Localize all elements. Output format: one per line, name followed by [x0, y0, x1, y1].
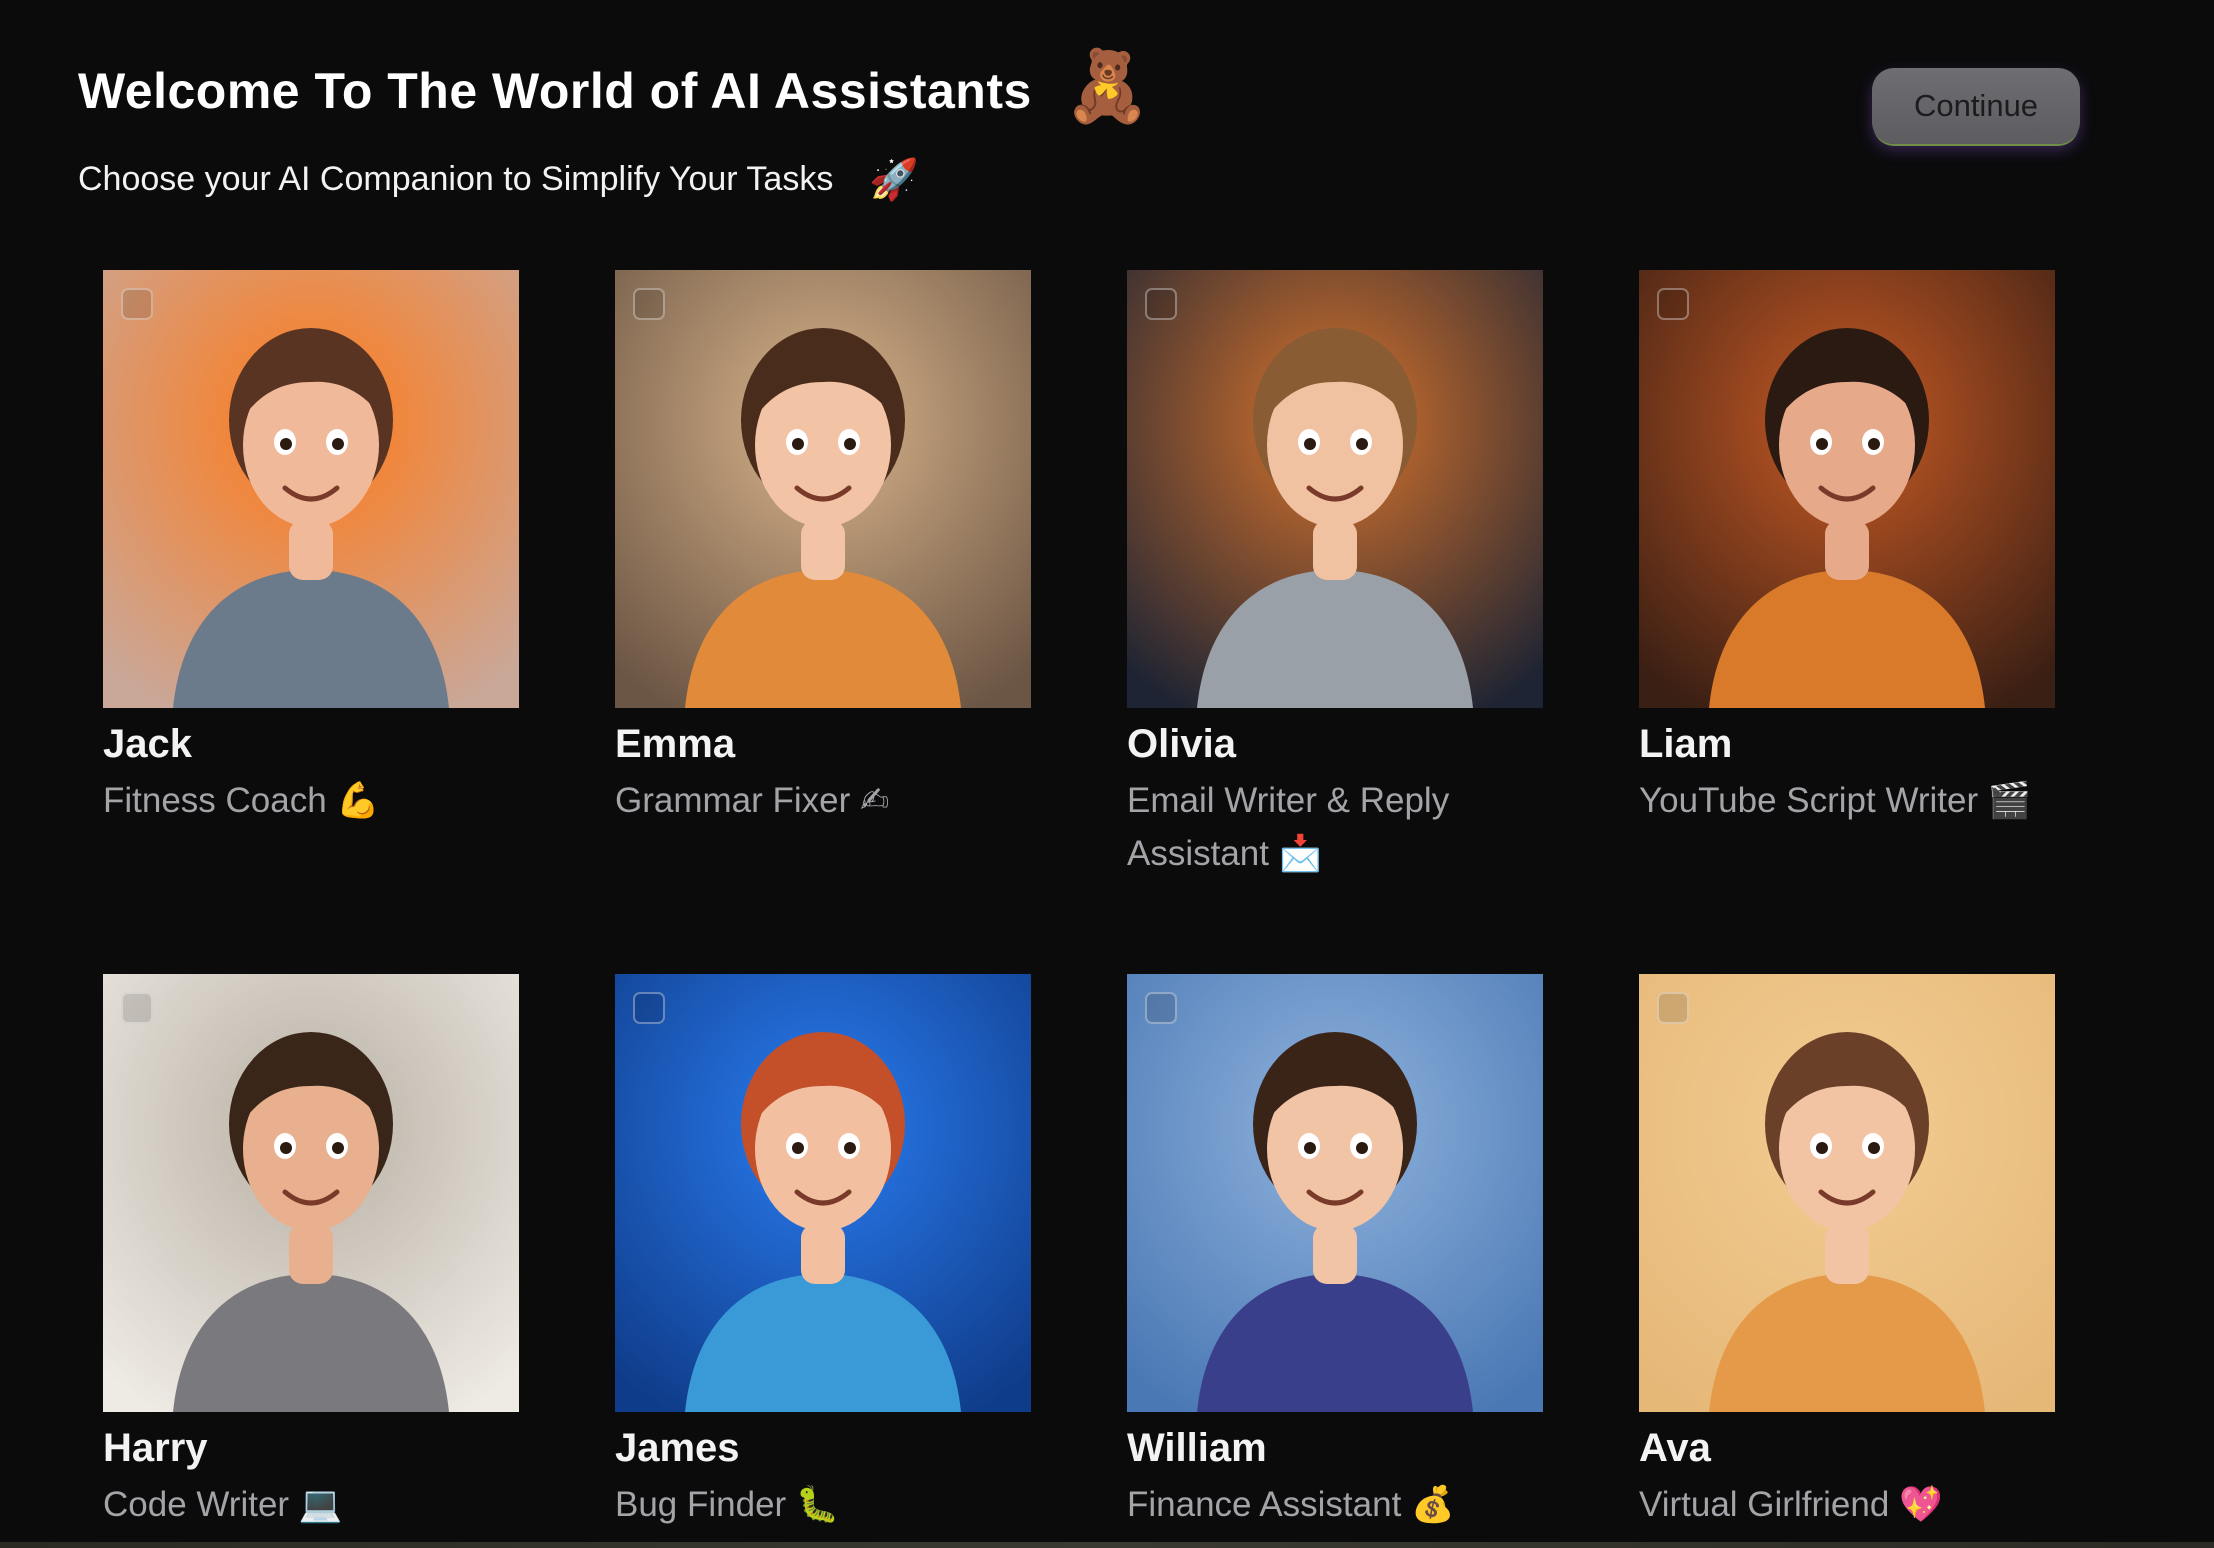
assistant-role: Email Writer & Reply Assistant 📩 — [1127, 781, 1450, 873]
select-checkbox[interactable] — [121, 288, 153, 320]
select-checkbox[interactable] — [633, 288, 665, 320]
assistant-avatar-image[interactable] — [103, 974, 519, 1412]
avatar-illustration — [103, 974, 519, 1412]
select-checkbox[interactable] — [633, 992, 665, 1024]
avatar-illustration — [1639, 974, 2055, 1412]
assistant-role: Grammar Fixer ✍ — [615, 781, 890, 820]
assistant-name: Ava — [1639, 1426, 1711, 1470]
avatar-pupil-left — [1816, 438, 1828, 450]
avatar-pupil-right — [844, 438, 856, 450]
avatar-illustration — [1127, 974, 1543, 1412]
avatar-neck — [801, 1224, 845, 1284]
assistant-role: Bug Finder 🐛 — [615, 1485, 840, 1524]
assistant-card-jack[interactable]: Jack Fitness Coach 💪 — [103, 270, 519, 827]
avatar-pupil-right — [1868, 438, 1880, 450]
assistant-name: Harry — [103, 1426, 208, 1470]
avatar-illustration — [103, 270, 519, 708]
avatar-neck — [289, 1224, 333, 1284]
assistant-card-harry[interactable]: Harry Code Writer 💻 — [103, 974, 519, 1531]
page-subtitle: Choose your AI Companion to Simplify You… — [78, 160, 834, 198]
avatar-pupil-left — [792, 1142, 804, 1154]
page-title: Welcome To The World of AI Assistants — [78, 63, 1032, 119]
rocket-icon: 🚀 — [869, 157, 920, 203]
avatar-pupil-left — [1816, 1142, 1828, 1154]
avatar-neck — [1313, 1224, 1357, 1284]
teddy-bear-icon: 🧸 — [1063, 44, 1151, 127]
title-row: Welcome To The World of AI Assistants 🧸 — [78, 36, 2078, 146]
avatar-illustration — [615, 270, 1031, 708]
avatar-neck — [1313, 520, 1357, 580]
avatar-illustration — [615, 974, 1031, 1412]
avatar-pupil-right — [1356, 438, 1368, 450]
assistant-name: Emma — [615, 722, 736, 766]
avatar-pupil-right — [332, 438, 344, 450]
select-checkbox[interactable] — [1145, 288, 1177, 320]
select-checkbox[interactable] — [1145, 992, 1177, 1024]
assistant-card-william[interactable]: William Finance Assistant 💰 — [1127, 974, 1543, 1531]
assistant-card-olivia[interactable]: Olivia Email Writer & Reply Assistant 📩 — [1127, 270, 1543, 880]
assistant-avatar-image[interactable] — [1639, 974, 2055, 1412]
page-header: Welcome To The World of AI Assistants 🧸 … — [78, 36, 2078, 204]
assistant-avatar-image[interactable] — [1127, 974, 1543, 1412]
assistant-role: Finance Assistant 💰 — [1127, 1485, 1455, 1524]
select-checkbox[interactable] — [1657, 992, 1689, 1024]
assistant-name: Olivia — [1127, 722, 1236, 766]
avatar-neck — [801, 520, 845, 580]
assistant-card-liam[interactable]: Liam YouTube Script Writer 🎬 — [1639, 270, 2055, 827]
avatar-pupil-right — [844, 1142, 856, 1154]
assistant-role: Fitness Coach 💪 — [103, 781, 381, 820]
select-checkbox[interactable] — [1657, 288, 1689, 320]
avatar-neck — [289, 520, 333, 580]
avatar-illustration — [1127, 270, 1543, 708]
assistant-role: Code Writer 💻 — [103, 1485, 343, 1524]
assistant-avatar-image[interactable] — [615, 270, 1031, 708]
avatar-pupil-left — [1304, 438, 1316, 450]
select-checkbox[interactable] — [121, 992, 153, 1024]
assistant-avatar-image[interactable] — [103, 270, 519, 708]
avatar-pupil-left — [1304, 1142, 1316, 1154]
assistant-card-james[interactable]: James Bug Finder 🐛 — [615, 974, 1031, 1531]
avatar-illustration — [1639, 270, 2055, 708]
assistant-name: Jack — [103, 722, 192, 766]
avatar-neck — [1825, 520, 1869, 580]
assistant-avatar-image[interactable] — [1639, 270, 2055, 708]
assistant-role: YouTube Script Writer 🎬 — [1639, 781, 2032, 820]
avatar-pupil-left — [280, 1142, 292, 1154]
assistant-avatar-image[interactable] — [615, 974, 1031, 1412]
assistant-role: Virtual Girlfriend 💖 — [1639, 1485, 1943, 1524]
assistant-card-ava[interactable]: Ava Virtual Girlfriend 💖 — [1639, 974, 2055, 1531]
page-bottom-edge — [0, 1542, 2214, 1548]
avatar-pupil-right — [1868, 1142, 1880, 1154]
assistant-name: James — [615, 1426, 740, 1470]
assistant-card-emma[interactable]: Emma Grammar Fixer ✍ — [615, 270, 1031, 827]
avatar-pupil-left — [280, 438, 292, 450]
assistant-name: Liam — [1639, 722, 1733, 766]
avatar-pupil-right — [332, 1142, 344, 1154]
assistant-name: William — [1127, 1426, 1267, 1470]
assistant-avatar-image[interactable] — [1127, 270, 1543, 708]
avatar-neck — [1825, 1224, 1869, 1284]
avatar-pupil-right — [1356, 1142, 1368, 1154]
subtitle-row: Choose your AI Companion to Simplify You… — [78, 156, 2078, 203]
continue-button[interactable]: Continue — [1872, 68, 2080, 144]
avatar-pupil-left — [792, 438, 804, 450]
